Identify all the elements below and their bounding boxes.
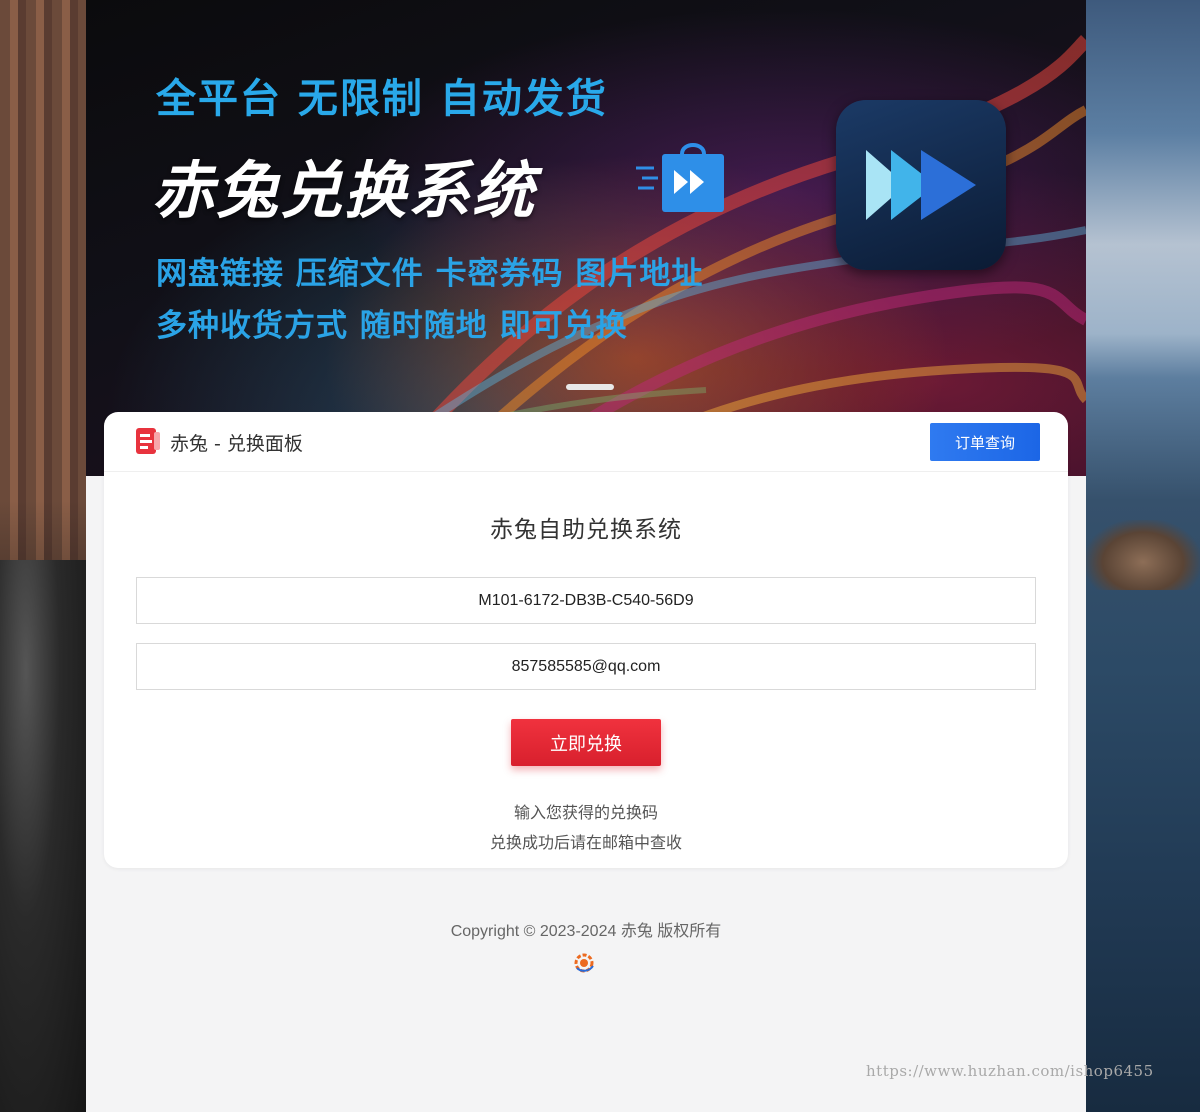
gear-logo-icon bbox=[574, 953, 594, 973]
background-rocks bbox=[1086, 520, 1200, 590]
redeem-now-button[interactable]: 立即兑换 bbox=[511, 719, 661, 766]
banner-line-1: 全平台 无限制 自动发货 bbox=[156, 76, 608, 122]
redeem-code-input[interactable] bbox=[136, 577, 1036, 624]
banner: 全平台 无限制 自动发货 赤兔兑换系统 网盘链接 压缩文件 卡密券码 图片地址 … bbox=[86, 0, 1086, 476]
watermark-url: https://www.huzhan.com/ishop6455 bbox=[866, 1062, 1154, 1080]
banner-line-4: 多种收货方式 随时随地 即可兑换 bbox=[156, 308, 628, 344]
fast-forward-icon bbox=[836, 100, 1006, 270]
hint-enter-code: 输入您获得的兑换码 bbox=[513, 803, 658, 822]
copyright-text: Copyright © 2023-2024 赤兔 版权所有 bbox=[450, 923, 722, 940]
email-input[interactable] bbox=[136, 643, 1036, 690]
order-query-button[interactable]: 订单查询 bbox=[930, 423, 1040, 461]
gift-play-icon bbox=[636, 143, 724, 212]
carousel-indicator[interactable] bbox=[566, 384, 614, 390]
banner-line-2: 赤兔兑换系统 bbox=[152, 154, 537, 227]
panel-title: 赤兔 - 兑换面板 bbox=[170, 433, 303, 455]
banner-line-3: 网盘链接 压缩文件 卡密券码 图片地址 bbox=[156, 256, 704, 292]
form-title: 赤兔自助兑换系统 bbox=[490, 517, 682, 543]
background-right bbox=[1086, 0, 1200, 1112]
redeem-card: 赤兔 - 兑换面板 订单查询 赤兔自助兑换系统 立即兑换 输入您获得的兑换码 兑… bbox=[104, 412, 1068, 868]
background-left bbox=[0, 0, 86, 1112]
page-container: 全平台 无限制 自动发货 赤兔兑换系统 网盘链接 压缩文件 卡密券码 图片地址 … bbox=[86, 0, 1086, 1112]
document-icon bbox=[136, 428, 160, 454]
card-header: 赤兔 - 兑换面板 订单查询 bbox=[104, 412, 1068, 472]
hint-check-email: 兑换成功后请在邮箱中查收 bbox=[489, 833, 682, 852]
